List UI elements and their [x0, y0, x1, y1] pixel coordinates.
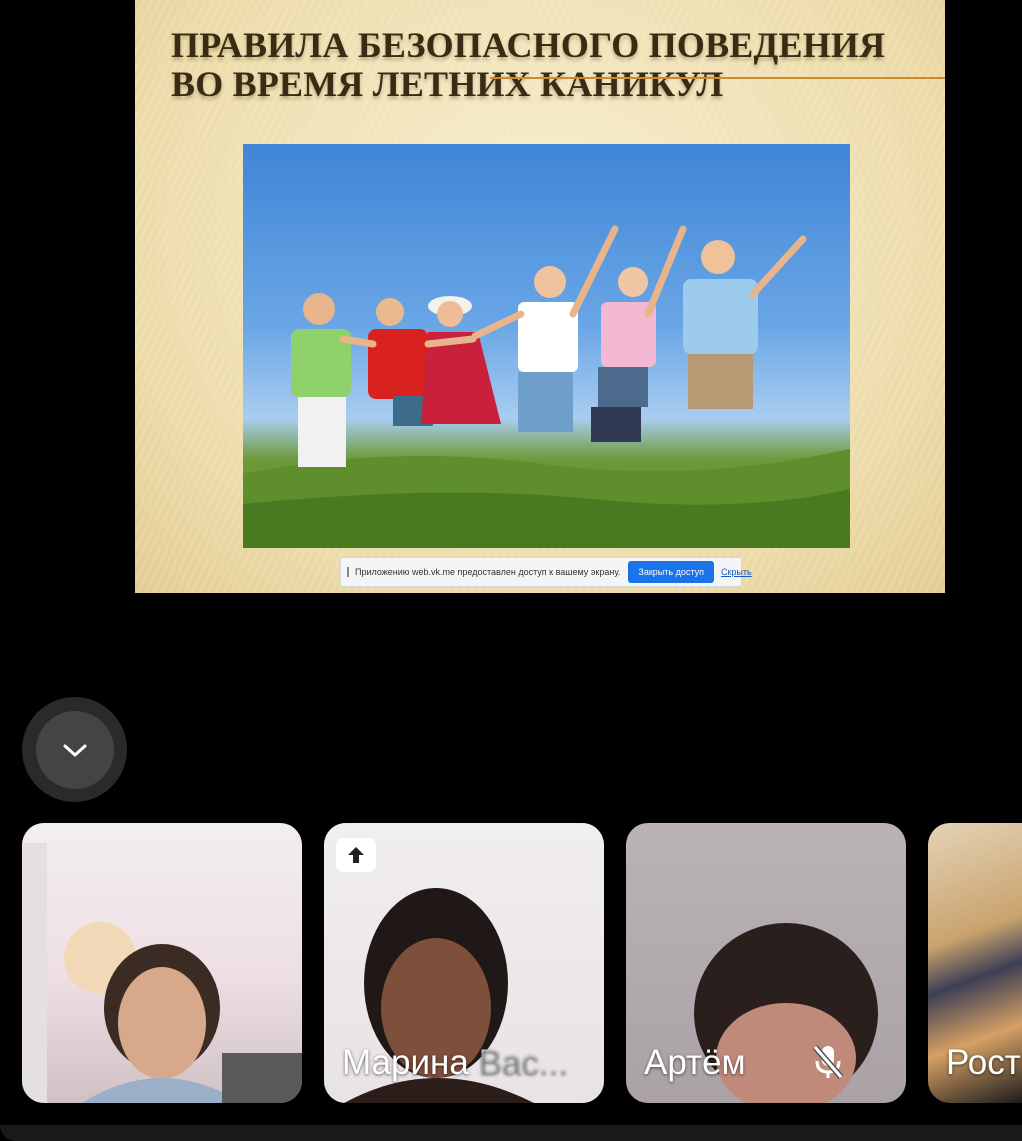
participant-tile[interactable]: Артём: [626, 823, 906, 1103]
slide-photo: [243, 144, 850, 548]
participant-name-main: Марина: [342, 1043, 479, 1082]
participant-name: Рост: [946, 1043, 1021, 1082]
participant-name: Артём: [644, 1043, 746, 1082]
arrow-up-icon: [348, 847, 364, 863]
screen-share-notification: Приложению web.vk.me предоставлен доступ…: [340, 557, 752, 587]
hide-notification-link[interactable]: Скрыть: [721, 567, 752, 577]
participants-strip: Марина Вас... Артём Рост: [0, 823, 1022, 1105]
participant-name-truncated: Вас...: [478, 1043, 569, 1082]
slide-title-line-2: ВО ВРЕМЯ ЛЕТНИХ КАНИКУЛ: [171, 64, 724, 104]
collapse-participants-button[interactable]: [22, 697, 127, 802]
slide-title-line-1: ПРАВИЛА БЕЗОПАСНОГО ПОВЕДЕНИЯ: [171, 25, 886, 65]
jumping-children-image: [243, 225, 850, 548]
screen-share-message: Приложению web.vk.me предоставлен доступ…: [355, 567, 621, 577]
stop-sharing-button[interactable]: Закрыть доступ: [628, 561, 714, 583]
collapse-button-inner[interactable]: [35, 710, 114, 789]
title-underline: [490, 77, 945, 79]
slide-title: ПРАВИЛА БЕЗОПАСНОГО ПОВЕДЕНИЯ ВО ВРЕМЯ Л…: [171, 26, 931, 104]
video-feed: [22, 823, 302, 1103]
screen-sharing-badge: [336, 838, 376, 872]
drag-handle-icon[interactable]: [347, 567, 349, 577]
bottom-panel-edge: [0, 1125, 1022, 1141]
participant-video: [22, 843, 302, 1103]
participant-tile[interactable]: [22, 823, 302, 1103]
participant-tile[interactable]: Рост: [928, 823, 1022, 1103]
participant-tile-active[interactable]: Марина Вас...: [324, 823, 604, 1103]
mic-off-icon: [812, 1045, 844, 1079]
chevron-down-icon: [63, 744, 86, 756]
participant-name: Марина Вас...: [342, 1043, 568, 1083]
shared-screen: ПРАВИЛА БЕЗОПАСНОГО ПОВЕДЕНИЯ ВО ВРЕМЯ Л…: [135, 0, 945, 593]
